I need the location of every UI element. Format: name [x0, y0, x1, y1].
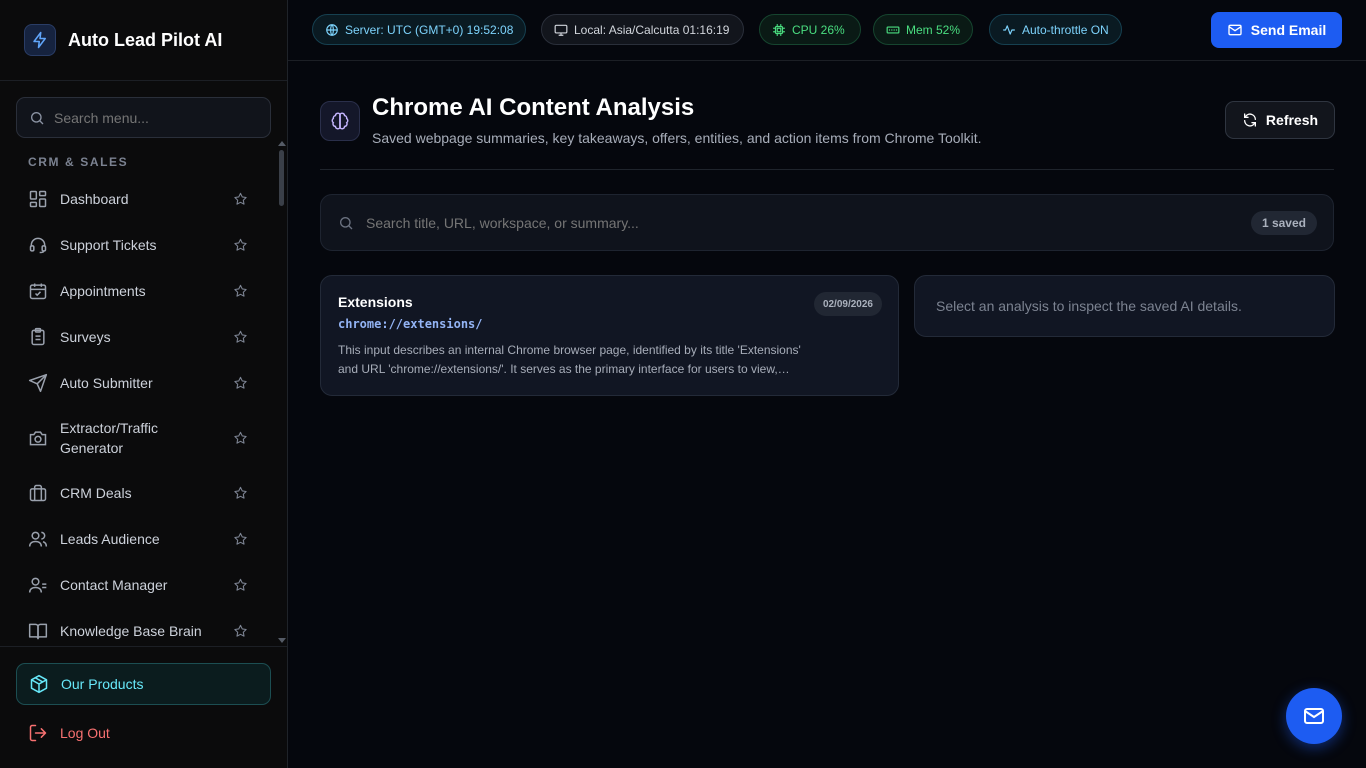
analysis-search-input[interactable] [366, 214, 1226, 231]
sidebar-item-contact-manager[interactable]: Contact Manager [16, 562, 270, 608]
analysis-search[interactable]: 1 saved [320, 194, 1334, 251]
menu-search-input[interactable] [54, 109, 254, 126]
mem-usage: Mem 52% [906, 22, 961, 37]
dashboard-icon [28, 189, 48, 209]
sidebar-item-label: Appointments [60, 283, 146, 299]
star-icon[interactable] [233, 431, 248, 446]
star-icon[interactable] [233, 238, 248, 253]
monitor-icon [554, 23, 568, 37]
sidebar-footer: Our Products Log Out [0, 646, 287, 768]
nav-list: Dashboard Support Tickets Appointments S… [16, 176, 270, 654]
sidebar-item-auto-submitter[interactable]: Auto Submitter [16, 360, 270, 406]
star-icon[interactable] [233, 376, 248, 391]
our-products-button[interactable]: Our Products [16, 663, 271, 705]
brand: Auto Lead Pilot AI [0, 0, 287, 81]
brand-title: Auto Lead Pilot AI [68, 29, 223, 50]
briefcase-icon [28, 483, 48, 503]
star-icon[interactable] [233, 192, 248, 207]
mail-icon [1227, 22, 1243, 38]
refresh-label: Refresh [1265, 112, 1319, 128]
globe-icon [325, 23, 339, 37]
logout-label: Log Out [60, 725, 110, 741]
cpu-usage: CPU 26% [792, 22, 845, 37]
our-products-label: Our Products [61, 676, 144, 692]
sidebar-item-appointments[interactable]: Appointments [16, 268, 270, 314]
star-icon[interactable] [233, 578, 248, 593]
sidebar-item-label: Support Tickets [60, 237, 157, 253]
local-time-pill: Local: Asia/Calcutta 01:16:19 [541, 14, 744, 45]
sidebar-item-leads-audience[interactable]: Leads Audience [16, 516, 270, 562]
analysis-detail-panel: Select an analysis to inspect the saved … [914, 275, 1335, 337]
scroll-up-arrow-icon[interactable] [278, 141, 286, 146]
star-icon[interactable] [233, 330, 248, 345]
refresh-button[interactable]: Refresh [1225, 101, 1335, 139]
box-icon [29, 674, 49, 694]
email-fab-button[interactable] [1286, 688, 1342, 744]
detail-placeholder: Select an analysis to inspect the saved … [936, 298, 1242, 314]
star-icon[interactable] [233, 624, 248, 639]
sidebar-item-label: Surveys [60, 329, 111, 345]
sidebar: Auto Lead Pilot AI CRM & SALES Dashboard… [0, 0, 288, 768]
analysis-card[interactable]: Extensions chrome://extensions/ 02/09/20… [320, 275, 899, 396]
sidebar-item-label: CRM Deals [60, 485, 132, 501]
analysis-title: Extensions [338, 294, 413, 310]
section-label: CRM & SALES [28, 155, 129, 169]
activity-icon [1002, 23, 1016, 37]
headset-icon [28, 235, 48, 255]
sidebar-scrollbar[interactable] [276, 140, 286, 646]
sidebar-item-crm-deals[interactable]: CRM Deals [16, 470, 270, 516]
sidebar-item-label: Dashboard [60, 191, 129, 207]
sidebar-item-support-tickets[interactable]: Support Tickets [16, 222, 270, 268]
mail-icon [1302, 704, 1326, 728]
scroll-down-arrow-icon[interactable] [278, 638, 286, 643]
cpu-icon [772, 23, 786, 37]
cpu-pill: CPU 26% [759, 14, 861, 45]
mem-pill: Mem 52% [873, 14, 973, 45]
send-email-button[interactable]: Send Email [1211, 12, 1342, 48]
local-time: Local: Asia/Calcutta 01:16:19 [574, 22, 730, 37]
star-icon[interactable] [233, 284, 248, 299]
search-icon [338, 215, 354, 231]
brain-icon [320, 101, 360, 141]
send-icon [28, 373, 48, 393]
analysis-date-badge: 02/09/2026 [813, 292, 882, 316]
topbar: Server: UTC (GMT+0) 19:52:08 Local: Asia… [288, 0, 1366, 61]
auto-throttle-pill[interactable]: Auto-throttle ON [989, 14, 1122, 45]
page-title: Chrome AI Content Analysis [372, 94, 695, 121]
contacts-icon [28, 575, 48, 595]
search-icon [29, 110, 45, 126]
sidebar-item-label: Extractor/Traffic Generator [60, 420, 159, 456]
memory-icon [886, 23, 900, 37]
sidebar-item-dashboard[interactable]: Dashboard [16, 176, 270, 222]
menu-search[interactable] [16, 97, 271, 138]
sidebar-item-label: Auto Submitter [60, 375, 153, 391]
star-icon[interactable] [233, 486, 248, 501]
sidebar-item-extractor[interactable]: Extractor/Traffic Generator [16, 406, 270, 470]
send-email-label: Send Email [1250, 22, 1327, 38]
analysis-url: chrome://extensions/ [338, 317, 483, 331]
auto-throttle-status: Auto-throttle ON [1022, 22, 1109, 37]
sidebar-item-label: Contact Manager [60, 577, 168, 593]
users-icon [28, 529, 48, 549]
sidebar-item-label: Knowledge Base Brain [60, 623, 202, 639]
server-time: Server: UTC (GMT+0) 19:52:08 [345, 22, 514, 37]
header-divider [320, 169, 1334, 170]
analysis-summary: This input describes an internal Chrome … [338, 343, 801, 376]
book-open-icon [28, 621, 48, 641]
logout-icon [28, 723, 48, 743]
calendar-check-icon [28, 281, 48, 301]
refresh-icon [1242, 112, 1258, 128]
saved-count-badge: 1 saved [1250, 211, 1317, 235]
scrollbar-thumb[interactable] [279, 150, 284, 206]
sidebar-item-label: Leads Audience [60, 531, 160, 547]
camera-icon [28, 428, 48, 448]
bolt-icon [24, 24, 56, 56]
sidebar-item-surveys[interactable]: Surveys [16, 314, 270, 360]
server-time-pill: Server: UTC (GMT+0) 19:52:08 [312, 14, 526, 45]
clipboard-icon [28, 327, 48, 347]
logout-button[interactable]: Log Out [28, 723, 110, 743]
star-icon[interactable] [233, 532, 248, 547]
page-subtitle: Saved webpage summaries, key takeaways, … [372, 130, 982, 146]
